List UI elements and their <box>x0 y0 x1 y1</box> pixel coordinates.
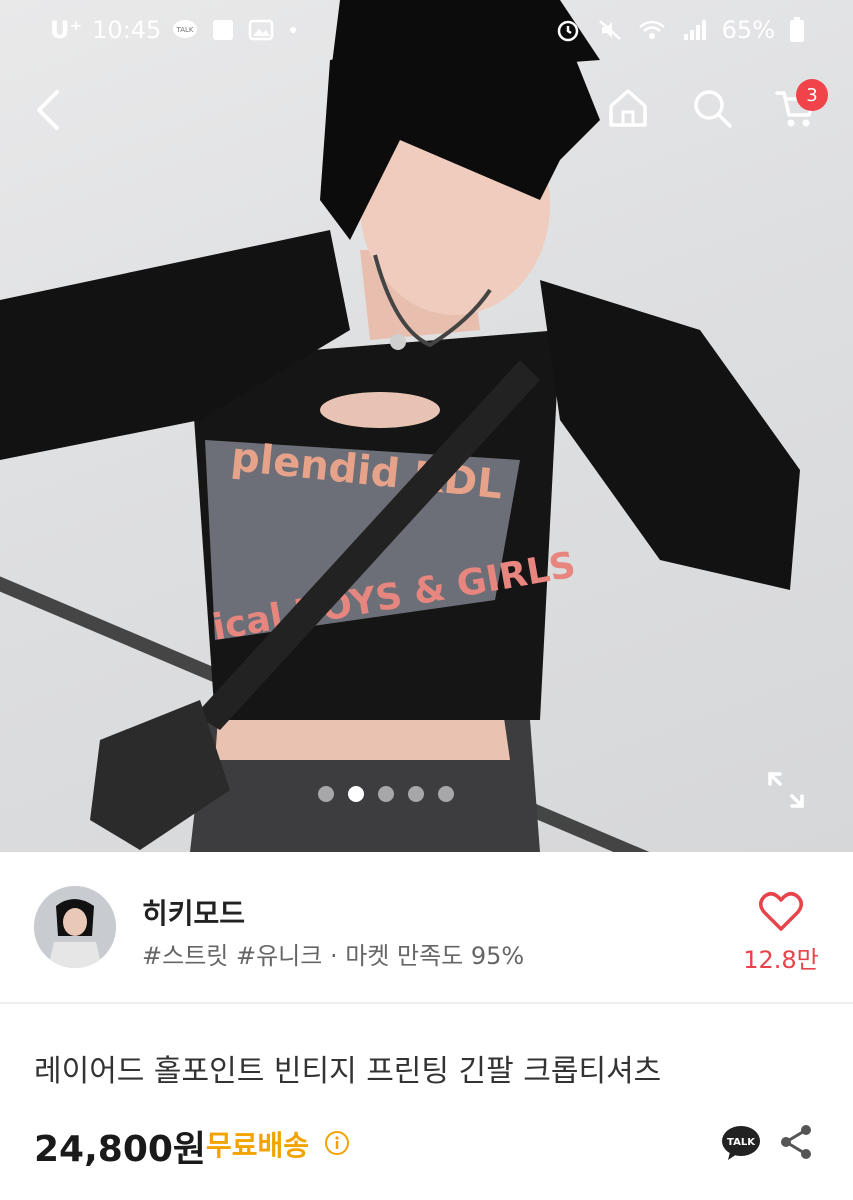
talk-label: TALK <box>727 1137 756 1148</box>
share-icon[interactable] <box>776 1122 816 1162</box>
fullscreen-icon[interactable] <box>766 770 806 810</box>
kakaotalk-share-button[interactable]: TALK <box>720 1124 762 1162</box>
like-button[interactable] <box>746 882 816 942</box>
home-button[interactable] <box>604 84 652 132</box>
gallery-notification-icon <box>249 19 274 41</box>
clock: 10:45 <box>92 16 162 44</box>
product-image[interactable]: plendid KDL ical BOYS & GIRLS U⁺ 10:45 T… <box>0 0 853 852</box>
alarm-icon <box>557 20 578 42</box>
carousel-dot-active[interactable] <box>348 786 364 802</box>
carousel-dot[interactable] <box>318 786 334 802</box>
mute-icon <box>598 20 621 40</box>
more-notifications-icon <box>290 27 297 33</box>
search-icon <box>694 90 732 128</box>
chevron-left-icon <box>37 90 59 130</box>
carousel-dot[interactable] <box>378 786 394 802</box>
product-title: 레이어드 홀포인트 빈티지 프린팅 긴팔 크롭티셔츠 <box>34 1054 662 1089</box>
battery-percent: 65% <box>721 16 775 44</box>
search-button[interactable] <box>688 84 736 132</box>
notification-icon <box>213 20 234 40</box>
like-count: 12.8만 <box>743 946 819 974</box>
carousel-indicator <box>318 786 454 802</box>
free-shipping-label: 무료배송 <box>206 1129 310 1162</box>
shop-info: 히키모드 #스트릿 #유니크 · 마켓 만족도 95% 12.8만 <box>0 852 853 1000</box>
svg-text:TALK: TALK <box>176 26 194 34</box>
shop-name[interactable]: 히키모드 <box>142 892 245 932</box>
shop-tags: #스트릿 #유니크 · 마켓 만족도 95% <box>142 942 525 970</box>
shop-avatar[interactable] <box>34 886 116 968</box>
heart-icon <box>759 892 803 931</box>
divider <box>0 1002 853 1004</box>
battery-icon <box>790 17 804 42</box>
signal-icon <box>683 20 706 40</box>
carousel-dot[interactable] <box>408 786 424 802</box>
status-bar: U⁺ 10:45 TALK 65% <box>0 0 853 62</box>
wifi-icon <box>638 20 665 39</box>
home-icon <box>609 89 647 127</box>
product-price: 24,800원 <box>34 1129 207 1170</box>
shop-avatar-image <box>34 886 116 968</box>
kakaotalk-notification-icon: TALK <box>173 20 198 38</box>
cart-count-badge: 3 <box>796 79 828 111</box>
info-icon[interactable] <box>324 1130 350 1156</box>
carrier-label: U⁺ <box>50 16 83 44</box>
carousel-dot[interactable] <box>438 786 454 802</box>
back-button[interactable] <box>24 86 72 134</box>
